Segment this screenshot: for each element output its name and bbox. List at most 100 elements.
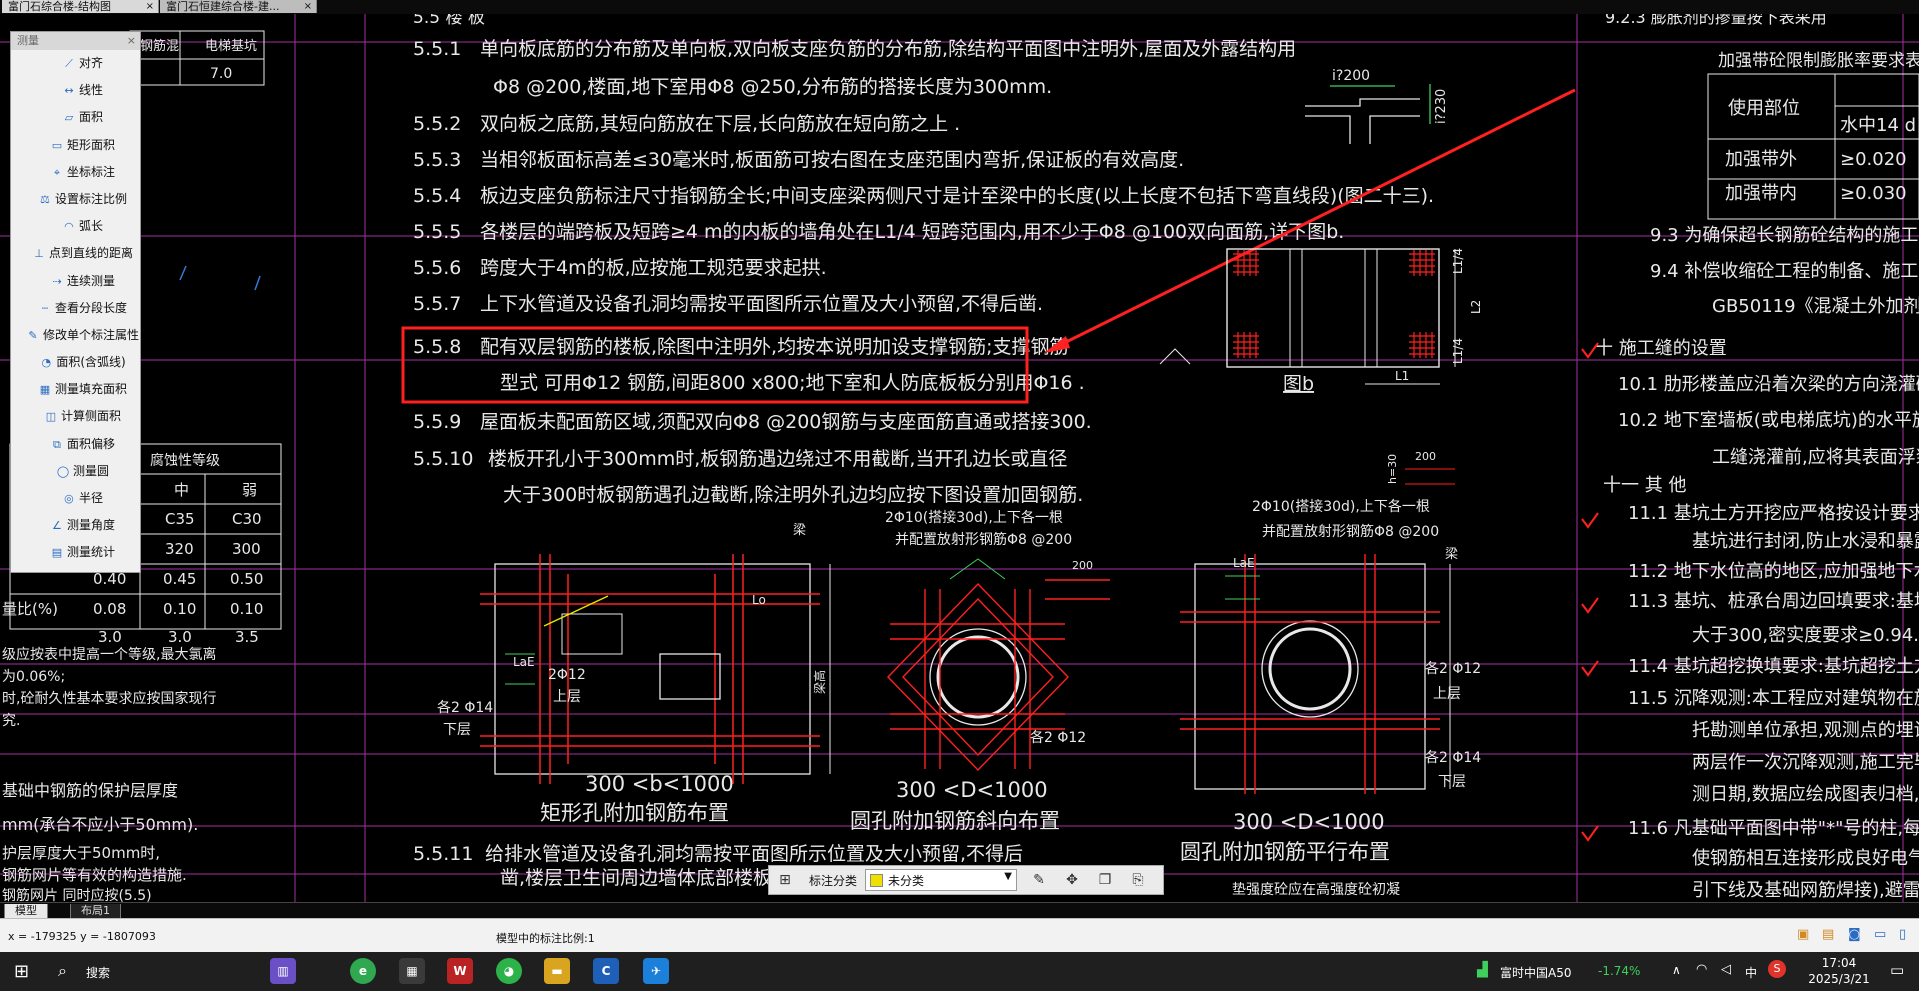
taskbar-search[interactable]: 搜索 xyxy=(86,964,110,981)
close-icon[interactable]: × xyxy=(304,0,312,13)
table-cell: ≥0.020 xyxy=(1840,149,1907,170)
note-line: 究. xyxy=(2,713,20,729)
tool-coordinate[interactable]: ⌖ 坐标标注 xyxy=(11,159,140,186)
clause-text: 单向板底筋的分布筋及单向板,双向板支座负筋的分布筋,除结构平面图中注明外,屋面及… xyxy=(480,38,1296,60)
tool-segment[interactable]: ┄ 查看分段长度 xyxy=(11,295,140,322)
browser-icon[interactable]: e xyxy=(350,958,376,984)
arc-icon: ◠ xyxy=(64,220,74,234)
grid-icon[interactable]: ⊞ xyxy=(775,870,795,890)
category-select[interactable]: 未分类 ▼ xyxy=(865,869,1017,891)
tool-side-area[interactable]: ◫ 计算侧面积 xyxy=(11,403,140,430)
tool-angle[interactable]: ∠ 测量角度 xyxy=(11,512,140,539)
table-header: 电梯基坑 xyxy=(205,39,257,54)
tool-linear[interactable]: ↔ 线性 xyxy=(11,77,140,104)
copy-icon[interactable]: ❐ xyxy=(1095,870,1115,890)
radius-icon: ◎ xyxy=(64,492,74,505)
fullscreen-icon[interactable]: ▯ xyxy=(1899,927,1906,942)
folder-icon[interactable]: ▬ xyxy=(544,958,570,984)
area-icon: ▱ xyxy=(64,111,74,125)
wps-icon[interactable]: W xyxy=(447,958,473,984)
clause-num: 5.5.6 xyxy=(413,257,461,279)
clause-text: 板边支座负筋标注尺寸指钢筋全长;中间支座梁两侧尺寸是计至梁中的长度(以上长度不包… xyxy=(480,185,1434,207)
table-cell: 3.0 xyxy=(168,628,192,646)
beam-label: 梁 xyxy=(793,523,806,538)
export-icon[interactable]: ▣ xyxy=(1797,927,1809,942)
tool-arc[interactable]: ◠ 弧长 xyxy=(11,213,140,240)
tool-continuous[interactable]: ⇢ 连续测量 xyxy=(11,268,140,295)
clause-num: 5.5.7 xyxy=(413,293,461,315)
note-line: 11.1 基坑土方开挖应严格按设计要求进行, xyxy=(1628,503,1919,524)
table-cell: 加强带外 xyxy=(1725,149,1797,170)
tool-offset[interactable]: ⧉ 面积偏移 xyxy=(11,431,140,458)
dim-label: LaE xyxy=(513,655,535,669)
app-launcher-icon[interactable]: ▥ xyxy=(270,958,296,984)
dim-label: L2 xyxy=(1469,300,1483,314)
clause-text: 楼板开孔小于300mm时,板钢筋遇边绕过不用截断,当开孔边长或直径 xyxy=(488,448,1067,470)
edit-icon[interactable]: ✎ xyxy=(1029,870,1049,890)
paste-icon[interactable]: ⎘ xyxy=(1128,870,1148,890)
tool-scale[interactable]: ⚖ 设置标注比例 xyxy=(11,186,140,213)
bar-note: 各2 Φ14 xyxy=(1425,750,1481,766)
table-header: 中 xyxy=(174,481,189,499)
move-icon[interactable]: ✥ xyxy=(1062,870,1082,890)
tool-circle[interactable]: ◯ 测量圆 xyxy=(11,458,140,485)
tool-align[interactable]: ⟋ 对齐 xyxy=(11,50,140,77)
stock-name[interactable]: 富时中国A50 xyxy=(1500,964,1571,981)
segment-icon: ┄ xyxy=(41,301,49,315)
note-line: 为0.06%; xyxy=(2,669,65,685)
windows-start-icon[interactable]: ⊞ xyxy=(14,961,29,982)
beam-label: 梁 xyxy=(1445,547,1458,562)
tool-rect-area[interactable]: ▭ 矩形面积 xyxy=(11,132,140,159)
annotation-toolbar: ⊞ 标注分类 未分类 ▼ ✎ ✥ ❐ ⎘ xyxy=(768,865,1164,895)
tab-layout1[interactable]: 布局1 xyxy=(70,904,121,919)
hole-title: 矩形孔附加钢筋布置 xyxy=(540,801,729,825)
search-icon[interactable]: ⌕ xyxy=(58,961,67,981)
close-icon[interactable]: × xyxy=(127,34,136,47)
table-cell: 320 xyxy=(165,540,194,558)
point-line-icon: ⊥ xyxy=(34,247,44,261)
note-line: 级应按表中提高一个等级,最大氯离 xyxy=(2,646,216,663)
note-line: mm(承台不应小于50mm). xyxy=(2,815,198,834)
notification-icon[interactable]: ▭ xyxy=(1890,961,1904,979)
circle-icon: ◯ xyxy=(56,464,70,478)
chevron-up-icon[interactable]: ∧ xyxy=(1672,963,1681,977)
tab-architecture-drawing[interactable]: 富门石恒建综合楼-建... × xyxy=(160,0,317,13)
cad-app-icon[interactable]: C xyxy=(593,958,619,984)
note-line: 9.4 补偿收缩砼工程的制备、施工、检 xyxy=(1650,261,1919,282)
tool-stats[interactable]: ▤ 测量统计 xyxy=(11,539,140,566)
clause-text: 给排水管道及设备孔洞均需按平面图所示位置及大小预留,不得后 xyxy=(485,843,1023,865)
category-value: 未分类 xyxy=(888,874,925,888)
wechat-icon[interactable]: ◕ xyxy=(496,958,522,984)
note-line: 基坑进行封闭,防止水浸和暴露,并 xyxy=(1692,531,1919,552)
tool-point-line[interactable]: ⊥ 点到直线的距离 xyxy=(11,240,140,267)
wifi-icon[interactable]: ◠ xyxy=(1696,962,1707,977)
tab-model[interactable]: 模型 xyxy=(4,904,48,919)
settings-icon[interactable]: ▭ xyxy=(1874,927,1886,942)
close-icon[interactable]: × xyxy=(146,0,154,13)
dim-label: Lo xyxy=(752,593,766,607)
tool-edit-dim[interactable]: ✎ 修改单个标注属性 xyxy=(11,322,140,349)
tool-arc-area[interactable]: ◔ 面积(含弧线) xyxy=(11,349,140,376)
ime-indicator[interactable]: 中 xyxy=(1745,964,1757,981)
volume-icon[interactable]: ◁ xyxy=(1721,962,1731,977)
sogou-icon[interactable]: S xyxy=(1768,960,1786,978)
clause-text: 配有双层钢筋的楼板,除图中注明外,均按本说明加设支撑钢筋;支撑钢筋 xyxy=(480,336,1068,358)
right-table-title: 加强带砼限制膨胀率要求表 xyxy=(1718,51,1919,71)
table-cell: 3.5 xyxy=(235,628,259,646)
tool-radius[interactable]: ◎ 半径 xyxy=(11,485,140,512)
tab-structure-drawing[interactable]: 富门石综合楼-结构图 × xyxy=(2,0,159,13)
tool-fill-area[interactable]: ▦ 测量填充面积 xyxy=(11,376,140,403)
clock-date[interactable]: 2025/3/21 xyxy=(1804,972,1874,986)
mail-icon[interactable]: ✈ xyxy=(643,958,669,984)
clock-time[interactable]: 17:04 xyxy=(1804,956,1874,970)
scale-readout: 模型中的标注比例:1 xyxy=(496,932,595,945)
offset-icon: ⧉ xyxy=(53,437,61,451)
cad-canvas[interactable]: 5.5 楼 板 9.2.3 膨胀剂的掺量按下表采用 5.5.1 单向板底筋的分布… xyxy=(0,14,1919,902)
bar-note: 并配置放射形钢筋Φ8 @200 xyxy=(1262,523,1439,540)
clause-list: 5.5.1 单向板底筋的分布筋及单向板,双向板支座负筋的分布筋,除结构平面图中注… xyxy=(413,38,1434,889)
calculator-icon[interactable]: ▦ xyxy=(399,958,425,984)
tool-area[interactable]: ▱ 面积 xyxy=(11,104,140,131)
category-color-swatch xyxy=(870,874,883,887)
print-icon[interactable]: ▤ xyxy=(1822,927,1834,942)
cloud-icon[interactable]: ◙ xyxy=(1848,927,1861,942)
